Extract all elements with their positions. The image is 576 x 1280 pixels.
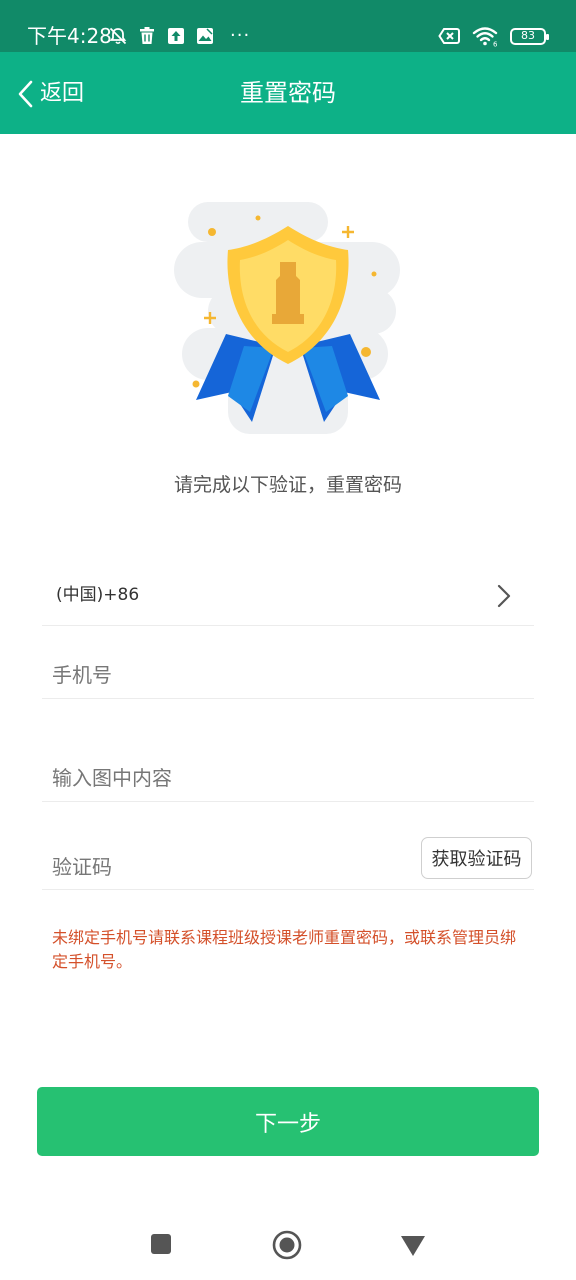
next-step-button[interactable]: 下一步 bbox=[37, 1087, 539, 1156]
country-code-selector[interactable]: (中国)+86 bbox=[42, 566, 534, 626]
status-icons-left: ··· bbox=[108, 24, 250, 48]
battery-indicator: 83 bbox=[510, 27, 549, 45]
instruction-text: 请完成以下验证，重置密码 bbox=[173, 474, 402, 496]
svg-text:6: 6 bbox=[493, 41, 498, 48]
verification-code-input[interactable] bbox=[52, 852, 392, 882]
wifi-icon: 6 bbox=[472, 27, 498, 48]
recents-square-icon[interactable] bbox=[150, 1233, 172, 1255]
phone-input[interactable] bbox=[52, 660, 512, 690]
trash-icon bbox=[140, 27, 154, 44]
captcha-field-row bbox=[42, 750, 534, 802]
image-icon bbox=[197, 28, 213, 44]
medal-badge-icon bbox=[174, 202, 400, 434]
battery-level: 83 bbox=[521, 29, 535, 42]
page-title: 重置密码 bbox=[240, 79, 336, 107]
chevron-right-icon bbox=[497, 584, 511, 608]
status-icons-right: 6 83 bbox=[438, 24, 549, 48]
verification-code-row: 获取验证码 bbox=[42, 836, 534, 890]
country-code-value: (中国)+86 bbox=[56, 585, 140, 605]
get-code-button[interactable]: 获取验证码 bbox=[421, 837, 532, 879]
no-sim-icon bbox=[438, 28, 460, 44]
upload-icon bbox=[168, 28, 184, 44]
notification-off-icon bbox=[109, 27, 127, 45]
phone-field-row bbox=[42, 648, 534, 699]
status-bar: 下午4:28 ··· 6 83 bbox=[0, 0, 576, 52]
status-overflow-dots: ··· bbox=[230, 25, 251, 46]
back-triangle-icon[interactable] bbox=[400, 1235, 426, 1257]
home-circle-icon[interactable] bbox=[272, 1230, 302, 1260]
captcha-input[interactable] bbox=[52, 763, 512, 793]
system-nav-bar bbox=[0, 1210, 576, 1280]
notice-text: 未绑定手机号请联系课程班级授课老师重置密码，或联系管理员绑定手机号。 bbox=[52, 928, 517, 971]
status-time: 下午4:28 bbox=[27, 24, 112, 48]
nav-bar: 返回 重置密码 bbox=[0, 52, 576, 134]
